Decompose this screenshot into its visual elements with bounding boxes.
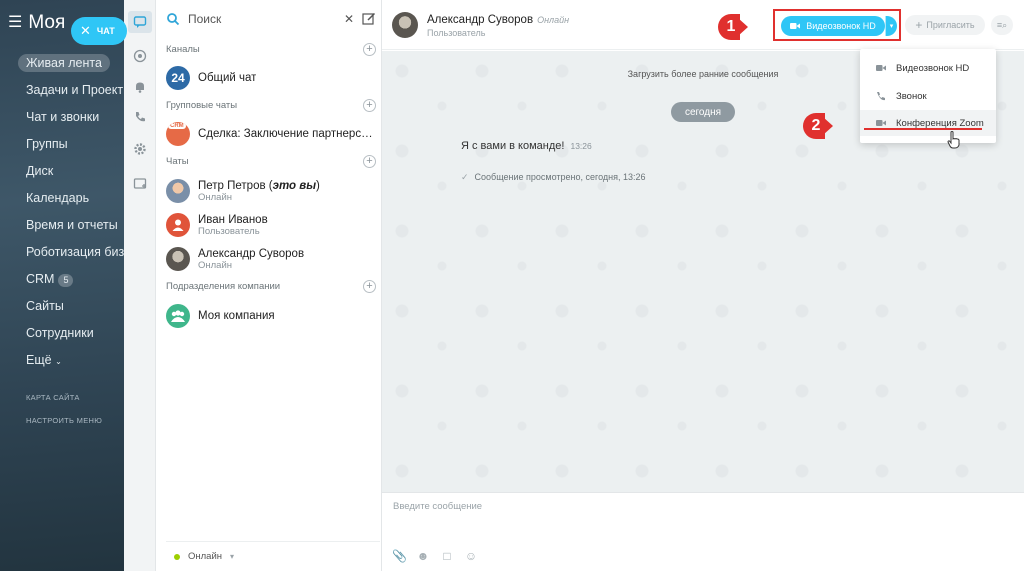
menu-item-employees[interactable]: Сотрудники [0, 320, 124, 347]
chevron-down-icon: ⌄ [55, 357, 62, 366]
section-group-chats: Групповые чаты + [166, 99, 376, 112]
search-input[interactable]: Поиск [188, 12, 336, 26]
search-icon [167, 13, 180, 26]
attach-icon[interactable]: 📎 [392, 549, 407, 563]
messenger-icon-rail [124, 0, 156, 571]
section-channels: Каналы + [166, 43, 376, 56]
invite-button[interactable]: + Пригласить [905, 15, 985, 35]
general-chat-avatar: 24 [166, 66, 190, 90]
portal-menu: Живая лента Задачи и Проекты Чат и звонк… [0, 50, 124, 374]
deal-avatar: CRM [166, 122, 190, 146]
menu-item-disk[interactable]: Диск [0, 158, 124, 185]
portal-sidebar: ☰ Моя Живая лента Задачи и Проекты Чат и… [0, 0, 124, 571]
group-icon [171, 310, 185, 322]
annotation-step-1: 1 [718, 14, 748, 40]
menu-item-groups[interactable]: Группы [0, 131, 124, 158]
menu-item-tasks[interactable]: Задачи и Проекты [0, 77, 124, 104]
section-chats: Чаты + [166, 155, 376, 168]
clear-search-icon[interactable]: ✕ [344, 12, 354, 26]
menu-item-call[interactable]: Звонок [860, 83, 996, 109]
portal-header: ☰ Моя [8, 12, 65, 34]
avatar [166, 179, 190, 203]
list-item-deal-chat[interactable]: CRM Сделка: Заключение партнерского дого… [166, 119, 378, 149]
close-icon: ✕ [80, 23, 91, 38]
chat-title[interactable]: Александр Суворов Онлайн [427, 14, 569, 26]
sitemap-link[interactable]: КАРТА САЙТА [26, 393, 80, 402]
crm-badge: CRM [168, 123, 186, 129]
menu-item-crm[interactable]: CRM 5 [0, 266, 124, 293]
message-input[interactable]: Введите сообщение [393, 501, 482, 512]
chat-header: Александр Суворов Онлайн Пользователь Вид… [382, 0, 1024, 50]
camera-icon [876, 120, 886, 126]
chat-subtitle: Пользователь [427, 28, 486, 38]
chevron-down-icon: ▾ [889, 23, 894, 30]
smile-icon[interactable]: ☺ [464, 549, 478, 563]
menu-item-video-call-hd[interactable]: Видеозвонок HD [860, 55, 996, 81]
message-time: 13:26 [570, 141, 592, 151]
message-composer: Введите сообщение 📎 ☻ □ ☺ [382, 492, 1024, 571]
annotation-box-video-call: Видеозвонок HD ▾ [773, 9, 901, 41]
menu-item-zoom-conference[interactable]: Конференция Zoom [860, 110, 996, 136]
create-chat-icon[interactable] [132, 176, 148, 192]
avatar [166, 213, 190, 237]
read-receipt: ✓ Сообщение просмотрено, сегодня, 13:26 [461, 172, 646, 182]
list-item-general-chat[interactable]: 24 Общий чат [166, 63, 378, 93]
recent-list-panel: Поиск ✕ Каналы + 24 Общий чат Групповые … [156, 0, 382, 571]
add-group-chat-button[interactable]: + [363, 99, 376, 112]
camera-icon [876, 65, 886, 71]
user-icon[interactable]: ☻ [416, 549, 430, 563]
annotation-step-2: 2 [803, 113, 833, 139]
list-item-contact[interactable]: Александр Суворов Онлайн [166, 244, 378, 274]
add-department-chat-button[interactable]: + [363, 280, 376, 293]
video-call-menu-toggle[interactable]: ▾ [885, 16, 897, 36]
check-icon: ✓ [461, 172, 469, 182]
avatar[interactable] [392, 12, 418, 38]
search-bar: Поиск ✕ [166, 10, 376, 28]
section-departments: Подразделения компании + [166, 280, 376, 293]
chevron-down-icon: ▾ [230, 552, 235, 561]
video-call-button[interactable]: Видеозвонок HD [781, 16, 885, 36]
menu-item-robotics[interactable]: Роботизация бизнеса [0, 239, 124, 266]
online-status-dot [174, 553, 180, 560]
my-status-selector[interactable]: Онлайн ▾ [166, 541, 380, 571]
phone-icon [877, 92, 885, 101]
search-icon: ≡⌕ [996, 19, 1008, 30]
add-channel-button[interactable]: + [363, 43, 376, 56]
list-item-company[interactable]: Моя компания [166, 301, 378, 331]
configure-menu-link[interactable]: НАСТРОИТЬ МЕНЮ [26, 416, 102, 425]
menu-item-sites[interactable]: Сайты [0, 293, 124, 320]
menu-item-more[interactable]: Ещё ⌄ [0, 347, 124, 374]
openlines-icon[interactable] [132, 48, 148, 64]
group-avatar [166, 304, 190, 328]
list-item-contact[interactable]: Петр Петров (это вы) Онлайн [166, 176, 378, 206]
notifications-icon[interactable] [132, 79, 148, 95]
menu-item-time[interactable]: Время и отчеты [0, 212, 124, 239]
annotation-underline [864, 128, 982, 130]
crm-counter-badge: 5 [58, 274, 74, 287]
plus-icon: + [915, 18, 923, 32]
chat-close-button[interactable]: ✕ ЧАТ [71, 17, 127, 45]
portal-title: Моя [28, 12, 66, 33]
chat-icon[interactable] [128, 11, 152, 33]
settings-icon[interactable] [132, 141, 148, 157]
menu-icon[interactable]: ☰ [8, 15, 22, 31]
menu-item-calendar[interactable]: Календарь [0, 185, 124, 212]
camera-icon [790, 23, 801, 29]
hand-cursor-icon [947, 131, 960, 149]
chat-search-button[interactable]: ≡⌕ [991, 15, 1013, 35]
menu-item-chat[interactable]: Чат и звонки [0, 104, 124, 131]
avatar [166, 247, 190, 271]
add-chat-button[interactable]: + [363, 155, 376, 168]
date-divider: сегодня [671, 102, 735, 122]
new-chat-icon[interactable] [362, 12, 376, 26]
command-icon[interactable]: □ [440, 549, 454, 563]
user-icon [172, 219, 184, 231]
message: Я с вами в команде! 13:26 [461, 140, 592, 152]
menu-item-feed[interactable]: Живая лента [0, 50, 124, 77]
list-item-contact[interactable]: Иван Иванов Пользователь [166, 210, 378, 240]
phone-icon[interactable] [132, 109, 148, 125]
